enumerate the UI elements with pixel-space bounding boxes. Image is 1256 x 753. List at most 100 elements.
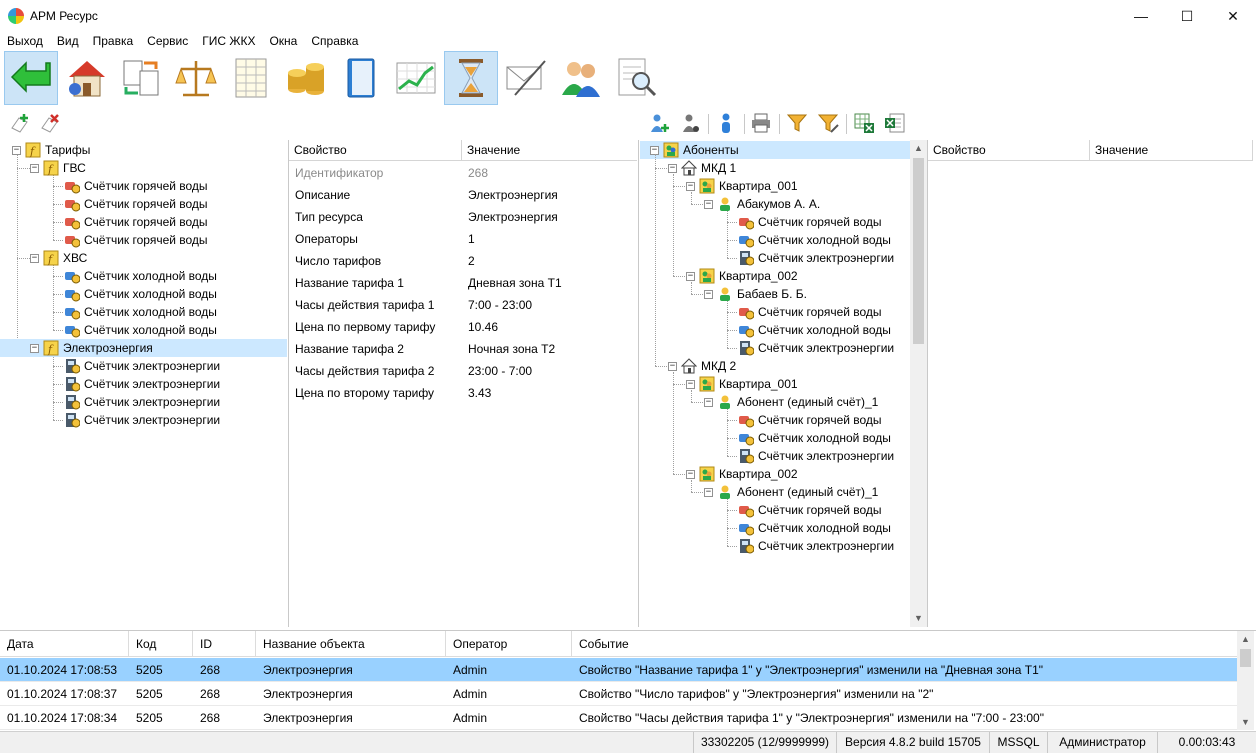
tree-node-owner[interactable]: − Абонент (единый счёт)_1 [704,483,878,501]
tree-node-meter[interactable]: Счётчик горячей воды [738,213,882,231]
column-property[interactable]: Свойство [289,140,462,161]
tree-node-meter[interactable]: Счётчик горячей воды [738,501,882,519]
scales-button[interactable] [169,51,223,105]
remove-subscriber-button[interactable] [678,111,702,135]
tree-node-meter[interactable]: Счётчик горячей воды [64,177,208,195]
property-row[interactable]: Число тарифов 2 [289,250,475,272]
export-excel-alt-button[interactable] [883,111,907,135]
log-row[interactable]: 01.10.2024 17:08:37 5205 268 Электроэнер… [0,682,1237,706]
collapse-icon[interactable]: − [30,343,39,353]
tree-node-meter[interactable]: Счётчик электроэнергии [64,357,220,375]
tree-node-meter[interactable]: Счётчик электроэнергии [64,375,220,393]
add-subscriber-button[interactable] [647,111,671,135]
tree-node-meter[interactable]: Счётчик холодной воды [738,519,891,537]
menu-windows[interactable]: Окна [262,34,304,48]
menu-gis[interactable]: ГИС ЖКХ [195,34,262,48]
scroll-thumb[interactable] [913,158,924,344]
tree-node-meter[interactable]: Счётчик холодной воды [64,285,217,303]
tree-node-owner[interactable]: − Абонент (единый счёт)_1 [704,393,878,411]
collapse-icon[interactable]: − [686,271,695,281]
tree-node-apartment[interactable]: − Квартира_001 [686,177,798,195]
scroll-up-icon[interactable]: ▲ [1237,631,1254,648]
log-column-date[interactable]: Дата [0,631,129,657]
column-property[interactable]: Свойство [928,140,1090,161]
collapse-icon[interactable]: − [704,289,713,299]
menu-edit[interactable]: Правка [86,34,141,48]
tree-node-meter[interactable]: Счётчик горячей воды [64,231,208,249]
envelope-button[interactable] [499,51,553,105]
menu-service[interactable]: Сервис [140,34,195,48]
house-button[interactable] [59,51,113,105]
tree-node-meter[interactable]: Счётчик горячей воды [738,411,882,429]
log-column-id[interactable]: ID [193,631,256,657]
tree-node-meter[interactable]: Счётчик горячей воды [738,303,882,321]
property-row[interactable]: Название тарифа 1 Дневная зона Т1 [289,272,562,294]
tree-node-apartment[interactable]: − Квартира_002 [686,267,798,285]
tree-node-meter[interactable]: Счётчик электроэнергии [738,339,894,357]
collapse-icon[interactable]: − [668,163,677,173]
tree-node-meter[interactable]: Счётчик холодной воды [64,321,217,339]
tree-node-meter[interactable]: Счётчик электроэнергии [738,537,894,555]
add-button[interactable] [8,111,32,135]
meter-button[interactable] [714,111,738,135]
log-column-event[interactable]: Событие [572,631,1237,657]
tree-node-group-electricity[interactable]: − f Электроэнергия [0,339,287,357]
property-row[interactable]: Операторы 1 [289,228,475,250]
minimize-button[interactable]: — [1118,0,1164,32]
filter-clear-button[interactable] [816,111,840,135]
search-document-button[interactable] [609,51,663,105]
scroll-thumb[interactable] [1240,649,1251,667]
property-row[interactable]: Часы действия тарифа 1 7:00 - 23:00 [289,294,532,316]
log-column-object[interactable]: Название объекта [256,631,446,657]
users-button[interactable] [554,51,608,105]
subscribers-scrollbar[interactable]: ▲ ▼ [910,140,927,627]
property-row[interactable]: Тип ресурса Электроэнергия [289,206,558,228]
tree-node-owner[interactable]: − Бабаев Б. Б. [704,285,807,303]
filter-button[interactable] [785,111,809,135]
collapse-icon[interactable]: − [686,379,695,389]
back-button[interactable] [4,51,58,105]
property-row[interactable]: Название тарифа 2 Ночная зона Т2 [289,338,555,360]
coins-button[interactable] [279,51,333,105]
tree-node-meter[interactable]: Счётчик электроэнергии [738,249,894,267]
tree-node-meter[interactable]: Счётчик холодной воды [64,303,217,321]
menu-help[interactable]: Справка [304,34,365,48]
scroll-down-icon[interactable]: ▼ [910,610,927,627]
tree-node-apartment[interactable]: − Квартира_002 [686,465,798,483]
maximize-button[interactable]: ☐ [1164,0,1210,32]
tree-node-group-gvs[interactable]: − f ГВС [30,159,86,177]
collapse-icon[interactable]: − [704,199,713,209]
tree-node-meter[interactable]: Счётчик холодной воды [64,267,217,285]
exchange-button[interactable] [114,51,168,105]
collapse-icon[interactable]: − [30,253,39,263]
tree-node-owner[interactable]: − Абакумов А. А. [704,195,820,213]
close-button[interactable]: ✕ [1210,0,1256,32]
delete-button[interactable] [38,111,62,135]
log-column-operator[interactable]: Оператор [446,631,572,657]
scroll-down-icon[interactable]: ▼ [1237,714,1254,730]
collapse-icon[interactable]: − [668,361,677,371]
property-row[interactable]: Цена по первому тарифу 10.46 [289,316,498,338]
tree-node-meter[interactable]: Счётчик холодной воды [738,429,891,447]
hourglass-button[interactable] [444,51,498,105]
collapse-icon[interactable]: − [12,145,21,155]
tree-node-meter[interactable]: Счётчик холодной воды [738,321,891,339]
collapse-icon[interactable]: − [686,469,695,479]
splitter[interactable] [638,140,639,627]
collapse-icon[interactable]: − [30,163,39,173]
property-row[interactable]: Цена по второму тарифу 3.43 [289,382,491,404]
tree-node-tariffs[interactable]: − f Тарифы [12,141,90,159]
property-row[interactable]: Описание Электроэнергия [289,184,558,206]
menu-view[interactable]: Вид [50,34,86,48]
property-row[interactable]: Идентификатор 268 [289,162,488,184]
tree-node-meter[interactable]: Счётчик электроэнергии [64,393,220,411]
tree-node-meter[interactable]: Счётчик холодной воды [738,231,891,249]
chart-button[interactable] [389,51,443,105]
book-button[interactable] [334,51,388,105]
collapse-icon[interactable]: − [704,397,713,407]
scroll-up-icon[interactable]: ▲ [910,140,927,157]
export-excel-button[interactable] [852,111,876,135]
print-button[interactable] [749,111,773,135]
log-column-code[interactable]: Код [129,631,193,657]
collapse-icon[interactable]: − [686,181,695,191]
